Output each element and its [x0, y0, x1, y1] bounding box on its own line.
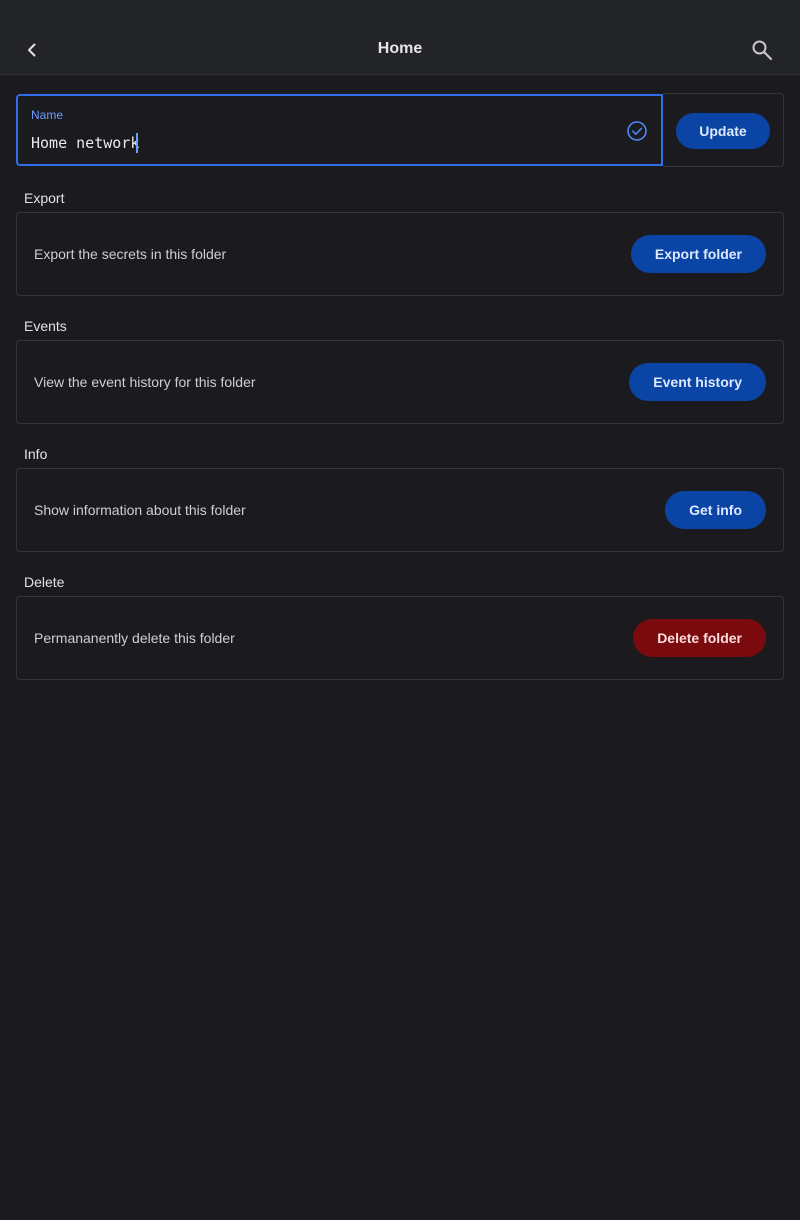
name-row: Name Update: [16, 93, 784, 167]
info-section-title: Info: [24, 446, 48, 462]
info-card: Show information about this folder Get i…: [16, 468, 784, 552]
delete-folder-button[interactable]: Delete folder: [633, 619, 766, 657]
delete-card: Permananently delete this folder Delete …: [16, 596, 784, 680]
text-caret: [136, 133, 138, 153]
delete-description: Permananently delete this folder: [34, 630, 235, 646]
get-info-button[interactable]: Get info: [665, 491, 766, 529]
info-description: Show information about this folder: [34, 502, 246, 518]
update-button[interactable]: Update: [676, 113, 770, 149]
delete-section-title: Delete: [24, 574, 65, 590]
event-history-button[interactable]: Event history: [629, 363, 766, 401]
update-container: Update: [663, 93, 784, 167]
app-bar: Home: [0, 0, 800, 75]
events-card: View the event history for this folder E…: [16, 340, 784, 424]
events-description: View the event history for this folder: [34, 374, 256, 390]
export-card: Export the secrets in this folder Export…: [16, 212, 784, 296]
events-section-title: Events: [24, 318, 67, 334]
export-description: Export the secrets in this folder: [34, 246, 227, 262]
name-field[interactable]: Name: [16, 94, 663, 166]
search-button[interactable]: [746, 34, 778, 66]
export-folder-button[interactable]: Export folder: [630, 235, 766, 273]
search-icon: [752, 40, 773, 61]
export-section-title: Export: [24, 190, 65, 206]
name-input[interactable]: [31, 132, 611, 154]
name-field-label: Name: [31, 108, 64, 122]
page-title: Home: [377, 40, 423, 57]
check-circle-icon: [627, 121, 647, 141]
